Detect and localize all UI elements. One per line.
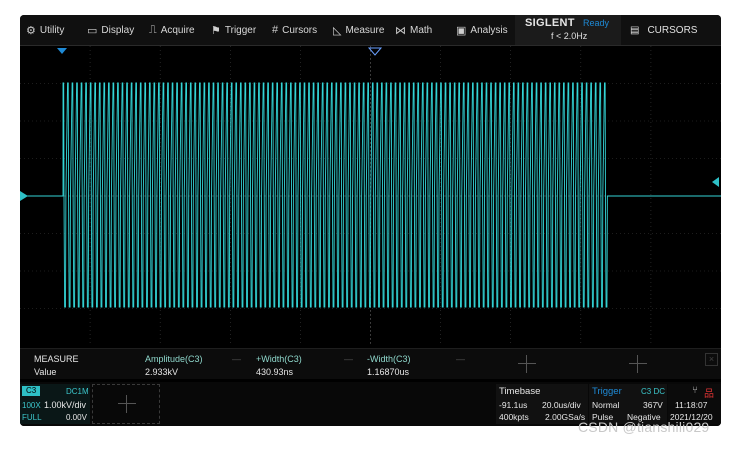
channel-3-badge: C3 <box>22 386 41 396</box>
channel-3-offset-marker <box>20 191 28 201</box>
trigger-source: C3 DC <box>641 387 666 396</box>
plus-icon <box>118 395 136 413</box>
measure-header-pos-width[interactable]: +Width(C3) <box>256 354 302 364</box>
channel-3-scale: 1.00kV/div <box>44 400 87 410</box>
brand-panel: SIGLENT Ready f < 2.0Hz <box>515 15 621 45</box>
measure-value-pos-width: 430.93ns <box>256 367 294 377</box>
measure-value-amplitude: 2.933kV <box>145 367 179 377</box>
menu-measure[interactable]: ◺ Measure <box>333 15 384 45</box>
run-status: Ready <box>583 18 610 28</box>
menu-cursors-label: Cursors <box>282 24 318 36</box>
channel-3-trace <box>26 82 721 308</box>
cursors-tab[interactable]: ▤ CURSORS <box>630 15 697 45</box>
timebase-label: Timebase <box>499 386 541 397</box>
timebase-scale: 20.0us/div <box>542 400 581 410</box>
menu-bar: ⚙ Utility ▭ Display ⎍ Acquire ⚑ Trigger … <box>20 15 721 46</box>
network-icon: 品 <box>704 389 714 400</box>
menu-measure-label: Measure <box>345 24 385 36</box>
menu-cursors[interactable]: # Cursors <box>272 15 317 45</box>
trigger-level-marker <box>712 177 719 187</box>
menu-analysis[interactable]: ▣ Analysis <box>456 15 508 45</box>
channel-3-coupling: DC1M <box>66 387 89 396</box>
system-time: 11:18:07 <box>675 400 708 410</box>
menu-math-label: Math <box>410 24 433 36</box>
menu-utility[interactable]: ⚙ Utility <box>26 15 64 45</box>
trigger-panel[interactable]: Trigger C3 DC Normal 367V Pulse Negative <box>589 384 667 424</box>
add-measure-slot[interactable] <box>629 355 647 373</box>
menu-display[interactable]: ▭ Display <box>87 15 134 45</box>
trigger-flag-icon: ⚑ <box>211 24 221 37</box>
add-measure-slot[interactable] <box>518 355 536 373</box>
math-icon: ⋈ <box>395 24 406 37</box>
acquire-icon: ⎍ <box>149 23 157 36</box>
siglent-logo: SIGLENT <box>525 17 575 29</box>
menu-trigger[interactable]: ⚑ Trigger <box>211 15 256 45</box>
menu-trigger-label: Trigger <box>224 24 257 36</box>
channel-3-bandwidth: FULL <box>22 413 42 422</box>
menu-utility-label: Utility <box>39 24 65 36</box>
watermark-text: CSDN @tianshili029 <box>578 419 710 435</box>
analysis-icon: ▣ <box>456 24 467 37</box>
trigger-level: 367V <box>643 400 663 410</box>
channel-3-offset: 0.00V <box>66 413 87 422</box>
channel-3-panel[interactable]: C3 DC1M 100X 1.00kV/div FULL 0.00V <box>20 384 90 424</box>
system-panel: ⑂ 品 11:18:07 2021/12/20 <box>668 384 721 424</box>
cursors-grid-icon: # <box>272 24 279 36</box>
timebase-points: 400kpts <box>499 412 529 422</box>
timebase-panel[interactable]: Timebase -91.1us 20.0us/div 400kpts 2.00… <box>496 384 588 424</box>
oscilloscope-screen: ⚙ Utility ▭ Display ⎍ Acquire ⚑ Trigger … <box>20 15 721 426</box>
timebase-delay: -91.1us <box>499 400 528 410</box>
menu-display-label: Display <box>101 24 135 36</box>
measure-header-neg-width[interactable]: -Width(C3) <box>367 354 411 364</box>
measure-header-amplitude[interactable]: Amplitude(C3) <box>145 354 203 364</box>
monitor-icon: ▭ <box>87 24 98 37</box>
menu-acquire[interactable]: ⎍ Acquire <box>149 15 195 45</box>
usb-icon: ⑂ <box>692 385 698 396</box>
document-icon: ▤ <box>630 24 640 36</box>
measure-bar: MEASURE Value Amplitude(C3) 2.933kV — +W… <box>20 348 721 379</box>
trigger-frequency: f < 2.0Hz <box>551 31 588 41</box>
measure-title: MEASURE <box>34 354 79 364</box>
measure-icon: ◺ <box>333 24 342 37</box>
cursors-tab-label: CURSORS <box>647 24 698 36</box>
menu-analysis-label: Analysis <box>470 24 508 36</box>
close-measure-icon[interactable]: × <box>705 353 718 366</box>
trigger-mode: Normal <box>592 400 620 410</box>
trigger-label: Trigger <box>592 386 622 397</box>
add-channel-slot[interactable] <box>92 384 160 424</box>
channel-3-probe: 100X <box>22 401 41 410</box>
menu-acquire-label: Acquire <box>160 24 195 36</box>
waveform-display[interactable] <box>20 46 721 346</box>
gear-icon: ⚙ <box>26 24 36 37</box>
menu-math[interactable]: ⋈ Math <box>395 15 432 45</box>
measure-row-label: Value <box>34 367 57 377</box>
trigger-position-marker <box>57 48 67 54</box>
measure-value-neg-width: 1.16870us <box>367 367 410 377</box>
